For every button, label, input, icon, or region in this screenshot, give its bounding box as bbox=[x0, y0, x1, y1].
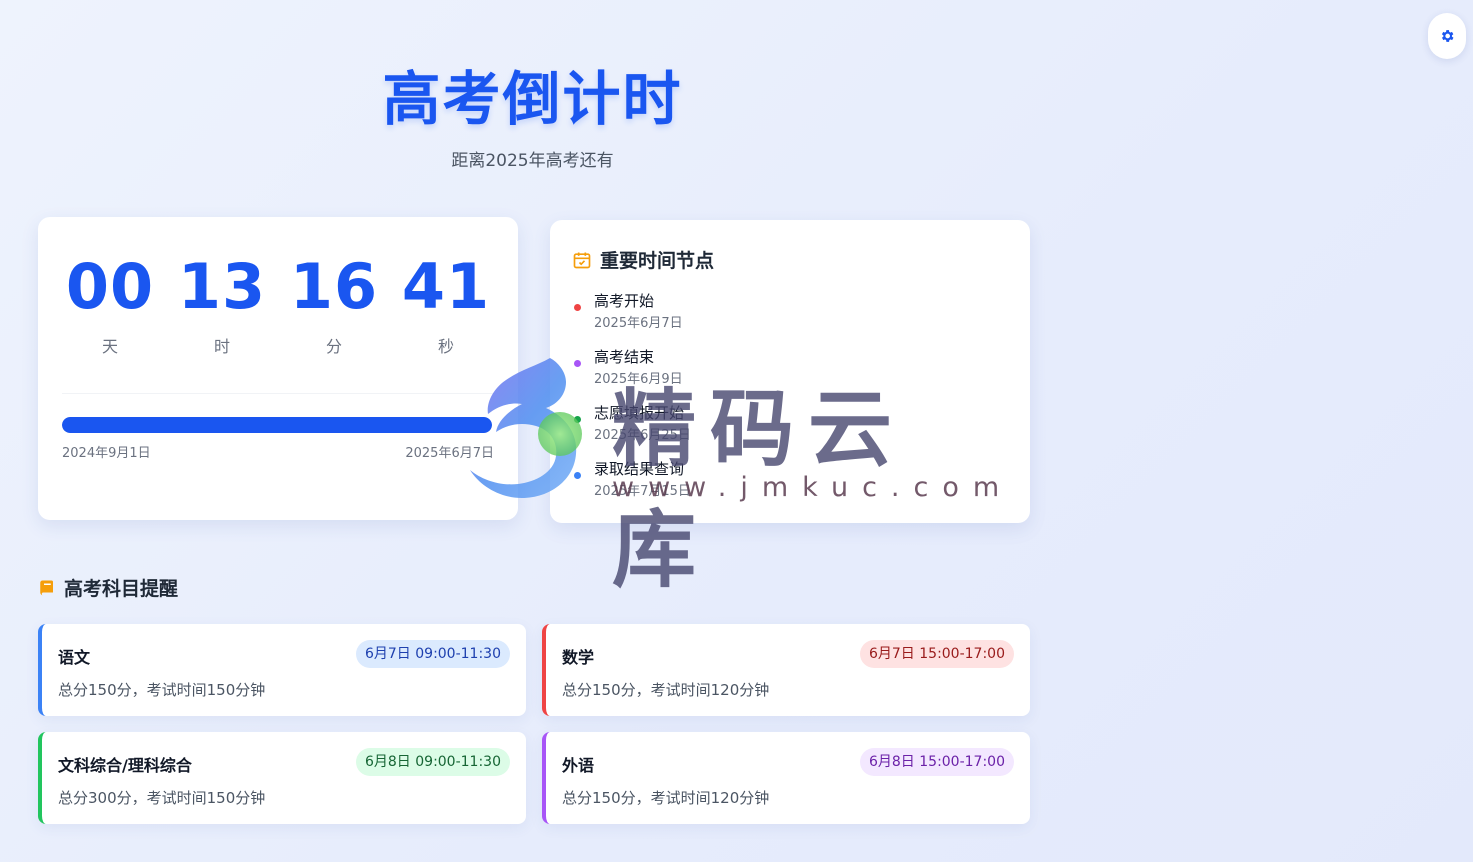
timeline-item-date: 2025年7月15日 bbox=[594, 484, 691, 499]
seconds-label: 秒 bbox=[437, 337, 454, 357]
subject-name: 外语 bbox=[562, 756, 595, 775]
calendar-check-icon bbox=[573, 252, 591, 268]
subject-desc: 总分150分，考试时间120分钟 bbox=[562, 789, 770, 807]
subject-time-badge: 6月8日 09:00-11:30 bbox=[355, 748, 510, 776]
minutes-value: 16 bbox=[289, 250, 379, 323]
timeline-dot bbox=[574, 416, 581, 423]
subject-desc: 总分150分，考试时间150分钟 bbox=[58, 681, 266, 699]
countdown-minutes: 16 分 bbox=[279, 250, 389, 357]
timeline-item-name: 高考开始 bbox=[594, 292, 655, 310]
subject-card-math[interactable]: 数学 6月7日 15:00-17:00 总分150分，考试时间120分钟 bbox=[542, 624, 1030, 716]
page-subtitle: 距离2025年高考还有 bbox=[451, 151, 614, 171]
timeline-title: 重要时间节点 bbox=[600, 250, 715, 272]
page-title: 高考倒计时 bbox=[382, 65, 683, 133]
timeline-dot bbox=[574, 472, 581, 479]
progress-start-date: 2024年9月1日 bbox=[62, 446, 151, 461]
timeline-item-name: 录取结果查询 bbox=[594, 460, 685, 478]
progress-end-date: 2025年6月7日 bbox=[405, 446, 494, 461]
days-label: 天 bbox=[101, 337, 118, 357]
subject-name: 数学 bbox=[562, 648, 595, 667]
subject-card-foreign-language[interactable]: 外语 6月8日 15:00-17:00 总分150分，考试时间120分钟 bbox=[542, 732, 1030, 824]
subjects-header: 高考科目提醒 bbox=[38, 574, 178, 601]
subject-desc: 总分150分，考试时间120分钟 bbox=[562, 681, 770, 699]
countdown-divider bbox=[62, 393, 494, 394]
timeline-dot bbox=[574, 304, 581, 311]
countdown-seconds: 41 秒 bbox=[391, 250, 501, 357]
gear-icon bbox=[1441, 30, 1454, 42]
days-value: 00 bbox=[65, 250, 155, 323]
subject-card-comprehensive[interactable]: 文科综合/理科综合 6月8日 09:00-11:30 总分300分，考试时间15… bbox=[38, 732, 526, 824]
settings-button[interactable] bbox=[1428, 13, 1466, 59]
subject-desc: 总分300分，考试时间150分钟 bbox=[58, 789, 266, 807]
timeline-item-date: 2025年6月25日 bbox=[594, 428, 691, 443]
subject-time-badge: 6月7日 15:00-17:00 bbox=[859, 640, 1014, 668]
timeline-item-name: 高考结束 bbox=[594, 348, 655, 366]
timeline-item-date: 2025年6月7日 bbox=[594, 316, 683, 331]
timeline-item-date: 2025年6月9日 bbox=[594, 372, 683, 387]
progress-bar bbox=[62, 417, 492, 433]
seconds-value: 41 bbox=[401, 250, 491, 323]
book-icon bbox=[40, 580, 53, 595]
timeline-dot bbox=[574, 360, 581, 367]
subject-time-badge: 6月7日 09:00-11:30 bbox=[355, 640, 510, 668]
countdown-card: 00 天 13 时 16 分 41 秒 2024年9月1日 2025年6月7日 bbox=[38, 217, 518, 520]
subject-name: 文科综合/理科综合 bbox=[58, 756, 192, 775]
subject-name: 语文 bbox=[58, 648, 91, 667]
minutes-label: 分 bbox=[325, 337, 342, 357]
timeline-card: 重要时间节点 高考开始 2025年6月7日 高考结束 2025年6月9日 志愿填… bbox=[550, 220, 1030, 523]
timeline-item-name: 志愿填报开始 bbox=[594, 404, 685, 422]
subject-card-chinese[interactable]: 语文 6月7日 09:00-11:30 总分150分，考试时间150分钟 bbox=[38, 624, 526, 716]
progress-fill bbox=[62, 417, 492, 433]
countdown-days: 00 天 bbox=[55, 250, 165, 357]
subjects-title: 高考科目提醒 bbox=[64, 578, 179, 600]
hours-value: 13 bbox=[177, 250, 267, 323]
countdown-hours: 13 时 bbox=[167, 250, 277, 357]
hours-label: 时 bbox=[213, 337, 230, 357]
subject-time-badge: 6月8日 15:00-17:00 bbox=[859, 748, 1014, 776]
timeline-header: 重要时间节点 bbox=[572, 246, 714, 273]
